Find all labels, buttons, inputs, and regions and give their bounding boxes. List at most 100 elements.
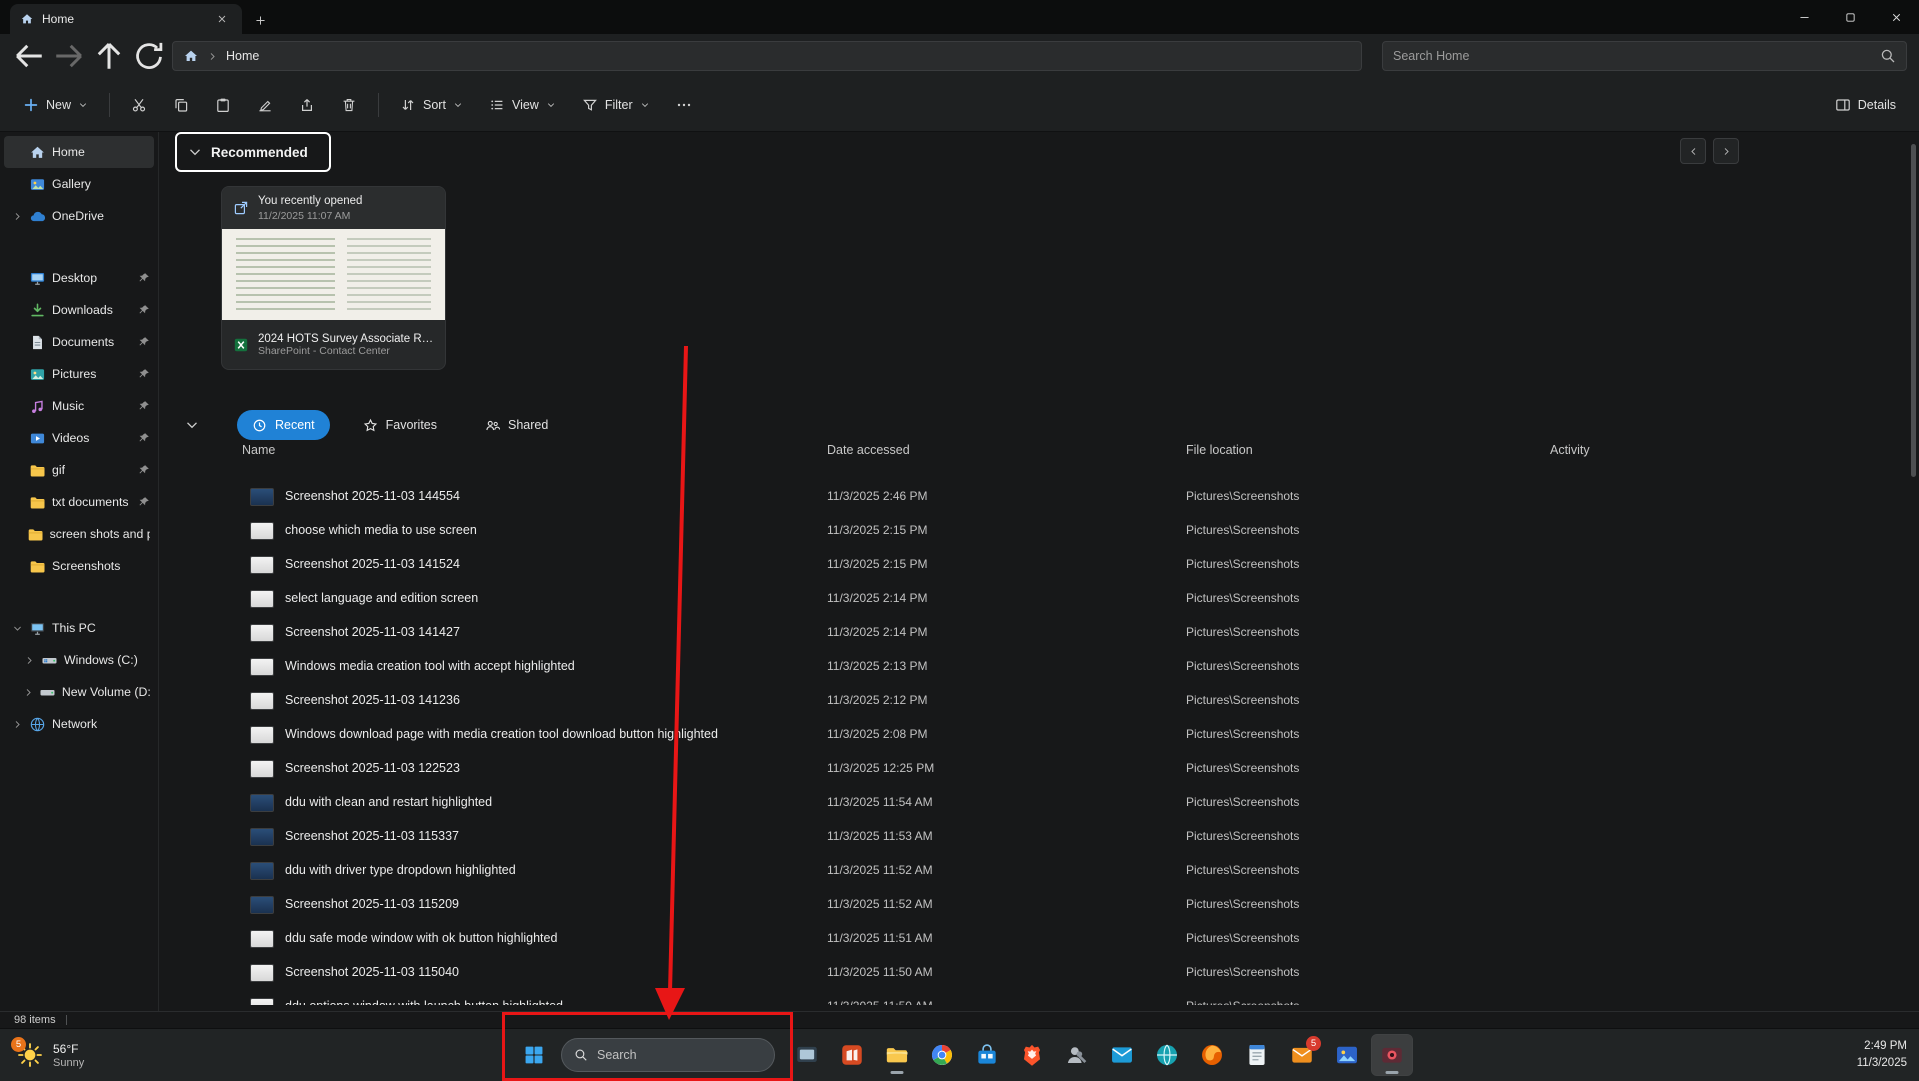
column-header-date-accessed[interactable]: Date accessed	[827, 443, 910, 457]
sort-button[interactable]: Sort	[391, 88, 472, 122]
details-button[interactable]: Details	[1826, 88, 1905, 122]
sidebar-item-documents[interactable]: Documents	[4, 326, 154, 358]
new-tab-button[interactable]	[246, 6, 274, 34]
cut-button[interactable]	[122, 88, 156, 122]
taskbar-app-screen-capture[interactable]	[1372, 1035, 1412, 1075]
taskbar-app-browser-orange[interactable]	[1192, 1035, 1232, 1075]
file-row[interactable]: Screenshot 2025-11-03 11533711/3/2025 11…	[160, 820, 1919, 854]
paste-button[interactable]	[206, 88, 240, 122]
file-row[interactable]: Screenshot 2025-11-03 12252311/3/2025 12…	[160, 752, 1919, 786]
file-row[interactable]: Screenshot 2025-11-03 11504011/3/2025 11…	[160, 956, 1919, 990]
breadcrumb[interactable]: Home	[226, 49, 259, 63]
sidebar-item-gif[interactable]: gif	[4, 454, 154, 486]
close-button[interactable]	[1873, 0, 1919, 34]
chevron-right-icon[interactable]	[8, 719, 26, 730]
file-row[interactable]: Screenshot 2025-11-03 14152411/3/2025 2:…	[160, 548, 1919, 582]
filter-button[interactable]: Filter	[573, 88, 659, 122]
sidebar-item-screenshots[interactable]: Screenshots	[4, 550, 154, 582]
chevron-right-icon[interactable]	[20, 687, 37, 698]
sidebar-item-gallery[interactable]: Gallery	[4, 168, 154, 200]
maximize-button[interactable]	[1827, 0, 1873, 34]
search-input[interactable]	[1393, 49, 1872, 63]
filter-pill-favorites[interactable]: Favorites	[348, 410, 452, 440]
photos-icon	[1334, 1042, 1360, 1068]
file-row[interactable]: choose which media to use screen11/3/202…	[160, 514, 1919, 548]
taskbar-app-chrome[interactable]	[922, 1035, 962, 1075]
file-row[interactable]: select language and edition screen11/3/2…	[160, 582, 1919, 616]
start-button[interactable]	[512, 1033, 556, 1077]
column-header-activity[interactable]: Activity	[1550, 443, 1590, 457]
taskbar-app-mail[interactable]	[1102, 1035, 1142, 1075]
new-button[interactable]: New	[14, 88, 97, 122]
taskbar-app-notepad[interactable]	[1237, 1035, 1277, 1075]
vertical-scrollbar[interactable]	[1911, 144, 1916, 477]
taskbar-app-photos[interactable]	[1327, 1035, 1367, 1075]
rename-button[interactable]	[248, 88, 282, 122]
recommended-card[interactable]: You recently opened 11/2/2025 11:07 AM 2…	[221, 186, 446, 370]
taskbar-app-app-window[interactable]	[787, 1035, 827, 1075]
column-header-file-location[interactable]: File location	[1186, 443, 1253, 457]
refresh-button[interactable]	[132, 40, 166, 72]
forward-button[interactable]	[52, 40, 86, 72]
pager-next-button[interactable]	[1713, 138, 1739, 164]
taskbar-app-globe-app[interactable]	[1147, 1035, 1187, 1075]
tab-close-icon[interactable]	[212, 9, 232, 29]
column-header-name[interactable]: Name	[242, 443, 275, 457]
file-row[interactable]: Windows download page with media creatio…	[160, 718, 1919, 752]
section-collapse-chevron-icon[interactable]	[182, 417, 202, 433]
taskbar-app-mail-notifications[interactable]: 5	[1282, 1035, 1322, 1075]
sidebar-item-onedrive[interactable]: OneDrive	[4, 200, 154, 232]
filter-pill-recent[interactable]: Recent	[237, 410, 330, 440]
taskbar-app-user-settings[interactable]	[1057, 1035, 1097, 1075]
pager-previous-button[interactable]	[1680, 138, 1706, 164]
sidebar-item-pictures[interactable]: Pictures	[4, 358, 154, 390]
file-row[interactable]: Screenshot 2025-11-03 14142711/3/2025 2:…	[160, 616, 1919, 650]
delete-button[interactable]	[332, 88, 366, 122]
sidebar-item-music[interactable]: Music	[4, 390, 154, 422]
file-row[interactable]: ddu with driver type dropdown highlighte…	[160, 854, 1919, 888]
filter-pill-shared[interactable]: Shared	[470, 410, 563, 440]
file-row[interactable]: ddu options window with launch button hi…	[160, 990, 1919, 1005]
chevron-down-icon[interactable]	[8, 623, 26, 634]
copy-button[interactable]	[164, 88, 198, 122]
file-row[interactable]: Screenshot 2025-11-03 11520911/3/2025 11…	[160, 888, 1919, 922]
view-button[interactable]: View	[480, 88, 565, 122]
taskbar-app-file-explorer[interactable]	[877, 1035, 917, 1075]
chevron-right-icon[interactable]	[20, 655, 38, 666]
taskbar-app-microsoft-365[interactable]	[832, 1035, 872, 1075]
explorer-search-box[interactable]	[1382, 41, 1907, 71]
up-button[interactable]	[92, 40, 126, 72]
sidebar-item-downloads[interactable]: Downloads	[4, 294, 154, 326]
taskbar-app-brave[interactable]	[1012, 1035, 1052, 1075]
sidebar-item-windows-c[interactable]: Windows (C:)	[4, 644, 154, 676]
chevron-right-icon[interactable]	[8, 211, 26, 222]
file-row[interactable]: Screenshot 2025-11-03 14455411/3/2025 2:…	[160, 480, 1919, 514]
sidebar-item-txt-documents[interactable]: txt documents	[4, 486, 154, 518]
more-options-button[interactable]	[667, 88, 701, 122]
sidebar-item-network[interactable]: Network	[4, 708, 154, 740]
taskbar-search-input[interactable]	[597, 1048, 762, 1062]
sidebar-item-screen-shots-and-pi[interactable]: screen shots and pi	[4, 518, 154, 550]
minimize-button[interactable]	[1781, 0, 1827, 34]
microsoft-store-icon	[974, 1042, 1000, 1068]
sidebar-item-this-pc[interactable]: This PC	[4, 612, 154, 644]
taskbar-app-microsoft-store[interactable]	[967, 1035, 1007, 1075]
sidebar-item-home[interactable]: Home	[4, 136, 154, 168]
brave-icon	[1019, 1042, 1045, 1068]
address-bar[interactable]: Home	[172, 41, 1362, 71]
weather-widget[interactable]: 5 56°F Sunny	[6, 1034, 94, 1076]
file-row[interactable]: Screenshot 2025-11-03 14123611/3/2025 2:…	[160, 684, 1919, 718]
sidebar-item-videos[interactable]: Videos	[4, 422, 154, 454]
file-row[interactable]: ddu with clean and restart highlighted11…	[160, 786, 1919, 820]
back-button[interactable]	[12, 40, 46, 72]
taskbar-clock[interactable]: 2:49 PM 11/3/2025	[1857, 1029, 1907, 1081]
file-row[interactable]: Windows media creation tool with accept …	[160, 650, 1919, 684]
recommended-collapse-chevron-icon[interactable]	[187, 144, 203, 160]
share-button[interactable]	[290, 88, 324, 122]
taskbar-search-box[interactable]	[561, 1038, 775, 1072]
sidebar-item-new-volume-d[interactable]: New Volume (D:)	[4, 676, 154, 708]
tab-home[interactable]: Home	[10, 4, 242, 34]
mail-icon	[1109, 1042, 1135, 1068]
sidebar-item-desktop[interactable]: Desktop	[4, 262, 154, 294]
file-row[interactable]: ddu safe mode window with ok button high…	[160, 922, 1919, 956]
